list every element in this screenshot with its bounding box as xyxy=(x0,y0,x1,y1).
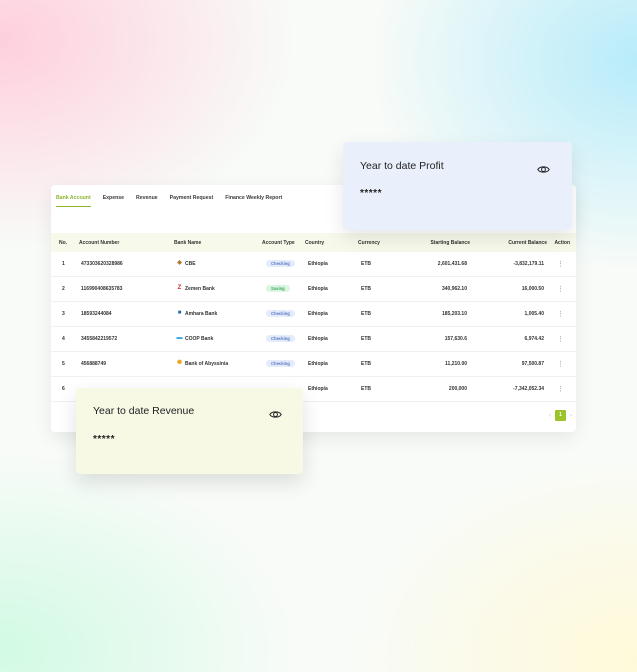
starting-balance: 340,962.10 xyxy=(441,286,467,292)
table-row[interactable]: 5 456888749 ✺ Bank of Abyssinia Checking Ethi… xyxy=(51,352,576,377)
bank-name: CBE xyxy=(185,261,196,267)
current-balance: 97,500.87 xyxy=(521,361,544,367)
country: Ethiopia xyxy=(308,261,328,267)
more-actions-icon[interactable]: ⋮ xyxy=(557,327,564,352)
tab-expense[interactable]: Expense xyxy=(103,195,124,207)
starting-balance: 200,000 xyxy=(448,386,467,392)
account-number: 116990408635783 xyxy=(81,286,123,292)
row-number: 3 xyxy=(62,311,65,317)
current-balance: -3,832,179.11 xyxy=(513,261,544,267)
account-number: 4733036203289​86 xyxy=(81,261,123,267)
current-balance: 16,000.50 xyxy=(521,286,544,292)
currency: ETB xyxy=(361,386,371,392)
column-header-action: Action xyxy=(554,239,570,246)
account-type-cell: Checking xyxy=(266,352,295,377)
column-header-account-type: Account Type xyxy=(262,239,295,246)
tab-payment-request[interactable]: Payment Request xyxy=(170,195,214,207)
ytd-revenue-title: Year to date Revenue xyxy=(93,405,195,417)
bank-name-cell: ✺ Bank of Abyssinia xyxy=(176,352,228,377)
ytd-profit-value: ***** xyxy=(360,188,382,199)
country: Ethiopia xyxy=(308,361,328,367)
tab-finance-weekly-report[interactable]: Finance Weekly Report xyxy=(225,195,282,207)
starting-balance: 157,630.6 xyxy=(444,336,467,342)
page-1-button[interactable]: 1 xyxy=(555,410,566,421)
ytd-revenue-card: Year to date Revenue ***** xyxy=(76,388,303,474)
starting-balance: 185,203.10 xyxy=(441,311,467,317)
currency: ETB xyxy=(361,261,371,267)
column-header-starting-balance: Starting Balance xyxy=(430,239,470,246)
amhara-logo-icon: ■ xyxy=(177,310,182,317)
bank-name-cell: ◆ CBE xyxy=(176,252,196,277)
column-header-country: Country xyxy=(305,239,325,246)
more-actions-icon[interactable]: ⋮ xyxy=(557,377,564,402)
table-header: No. Account Number Bank Name Account Typ… xyxy=(51,233,576,252)
table-row[interactable]: 3 18593244084 ■ Amhara Bank Checking Ethiopia… xyxy=(51,302,576,327)
starting-balance: 11,210.00 xyxy=(445,361,467,367)
account-number: 456888749 xyxy=(81,361,107,367)
bank-name-cell: ▬ COOP Bank xyxy=(176,327,214,352)
tab-bank-account[interactable]: Bank Account xyxy=(56,195,91,207)
starting-balance: 2,601,431.68 xyxy=(437,261,467,267)
bank-name: Bank of Abyssinia xyxy=(185,361,229,367)
account-number: 18593244084 xyxy=(81,311,112,317)
coop-logo-icon: ▬ xyxy=(176,335,183,342)
account-type-cell: Checking xyxy=(266,327,295,352)
ytd-profit-card: Year to date Profit ***** xyxy=(343,142,572,230)
ytd-revenue-value: ***** xyxy=(93,434,115,445)
column-header-no: No. xyxy=(59,239,68,246)
row-number: 5 xyxy=(62,361,65,367)
account-type-badge: Checking xyxy=(266,360,295,368)
column-header-bank-name: Bank Name xyxy=(174,239,202,246)
bank-name-cell: ■ Amhara Bank xyxy=(176,302,218,327)
eye-icon[interactable] xyxy=(269,408,282,421)
currency: ETB xyxy=(361,336,371,342)
country: Ethiopia xyxy=(308,386,328,392)
account-type-cell: Checking xyxy=(266,252,295,277)
column-header-currency: Currency xyxy=(358,239,380,246)
tab-bar: Bank Account Expense Revenue Payment Req… xyxy=(56,195,282,207)
ytd-profit-title: Year to date Profit xyxy=(360,160,444,172)
currency: ETB xyxy=(361,311,371,317)
country: Ethiopia xyxy=(308,336,328,342)
more-actions-icon[interactable]: ⋮ xyxy=(557,302,564,327)
account-number: 3455842219572 xyxy=(81,336,118,342)
account-type-badge: Saving xyxy=(266,285,290,293)
current-balance: -7,342,052.34 xyxy=(513,386,544,392)
current-balance: 1,005.40 xyxy=(524,311,544,317)
account-type-cell: Checking xyxy=(266,302,295,327)
row-number: 2 xyxy=(62,286,65,292)
bank-name: Zemen Bank xyxy=(185,286,215,292)
column-header-account-number: Account Number xyxy=(79,239,120,246)
bank-name: COOP Bank xyxy=(185,336,214,342)
account-type-badge: Checking xyxy=(266,310,295,318)
abyssinia-logo-icon: ✺ xyxy=(176,360,183,367)
more-actions-icon[interactable]: ⋮ xyxy=(557,277,564,302)
country: Ethiopia xyxy=(308,286,328,292)
more-actions-icon[interactable]: ⋮ xyxy=(557,252,564,277)
currency: ETB xyxy=(361,286,371,292)
pagination: ‹ 1 › xyxy=(549,410,572,421)
country: Ethiopia xyxy=(308,311,328,317)
bank-name-cell: Z Zemen Bank xyxy=(176,277,215,302)
table-row[interactable]: 1 4733036203289​86 ◆ CBE Checking Ethiopia ETB… xyxy=(51,252,576,277)
row-number: 6 xyxy=(62,386,65,392)
bank-name: Amhara Bank xyxy=(185,311,218,317)
account-type-badge: Checking xyxy=(266,335,295,343)
table-row[interactable]: 4 3455842219572 ▬ COOP Bank Checking Ethiopia… xyxy=(51,327,576,352)
cbe-logo-icon: ◆ xyxy=(177,260,182,267)
currency: ETB xyxy=(361,361,371,367)
next-page-button[interactable]: › xyxy=(570,413,572,419)
account-type-cell: Saving xyxy=(266,277,290,302)
table-row[interactable]: 2 116990408635783 Z Zemen Bank Saving Ethiopi… xyxy=(51,277,576,302)
row-number: 4 xyxy=(62,336,65,342)
eye-icon[interactable] xyxy=(537,163,550,176)
row-number: 1 xyxy=(62,261,65,267)
column-header-current-balance: Current Balance xyxy=(508,239,547,246)
zemen-logo-icon: Z xyxy=(177,285,182,292)
tab-revenue[interactable]: Revenue xyxy=(136,195,158,207)
prev-page-button[interactable]: ‹ xyxy=(549,413,551,419)
account-type-badge: Checking xyxy=(266,260,295,268)
current-balance: 6,974.42 xyxy=(524,336,544,342)
more-actions-icon[interactable]: ⋮ xyxy=(557,352,564,377)
